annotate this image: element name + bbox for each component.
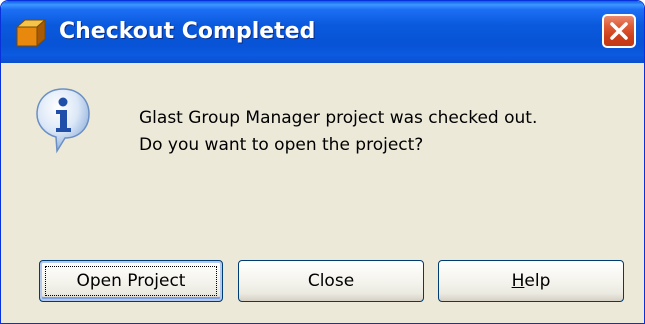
orange-box-icon — [15, 18, 47, 48]
message-text: Glast Group Manager project was checked … — [139, 105, 619, 159]
help-button[interactable]: Help — [438, 260, 624, 302]
close-window-button[interactable] — [602, 14, 636, 48]
dialog-window: Checkout Completed Glast Group Manager p… — [0, 0, 645, 324]
message-line-1: Glast Group Manager project was checked … — [139, 108, 538, 128]
help-label: Help — [511, 271, 551, 291]
open-project-label: Open Project — [76, 271, 186, 291]
close-button[interactable]: Close — [238, 260, 424, 302]
close-label: Close — [307, 271, 355, 291]
information-icon — [35, 85, 91, 155]
dialog-title: Checkout Completed — [59, 19, 316, 44]
message-line-2: Do you want to open the project? — [139, 135, 424, 155]
dialog-body: Glast Group Manager project was checked … — [1, 63, 644, 323]
title-bar[interactable]: Checkout Completed — [1, 1, 644, 63]
open-project-button[interactable]: Open Project — [39, 260, 223, 302]
